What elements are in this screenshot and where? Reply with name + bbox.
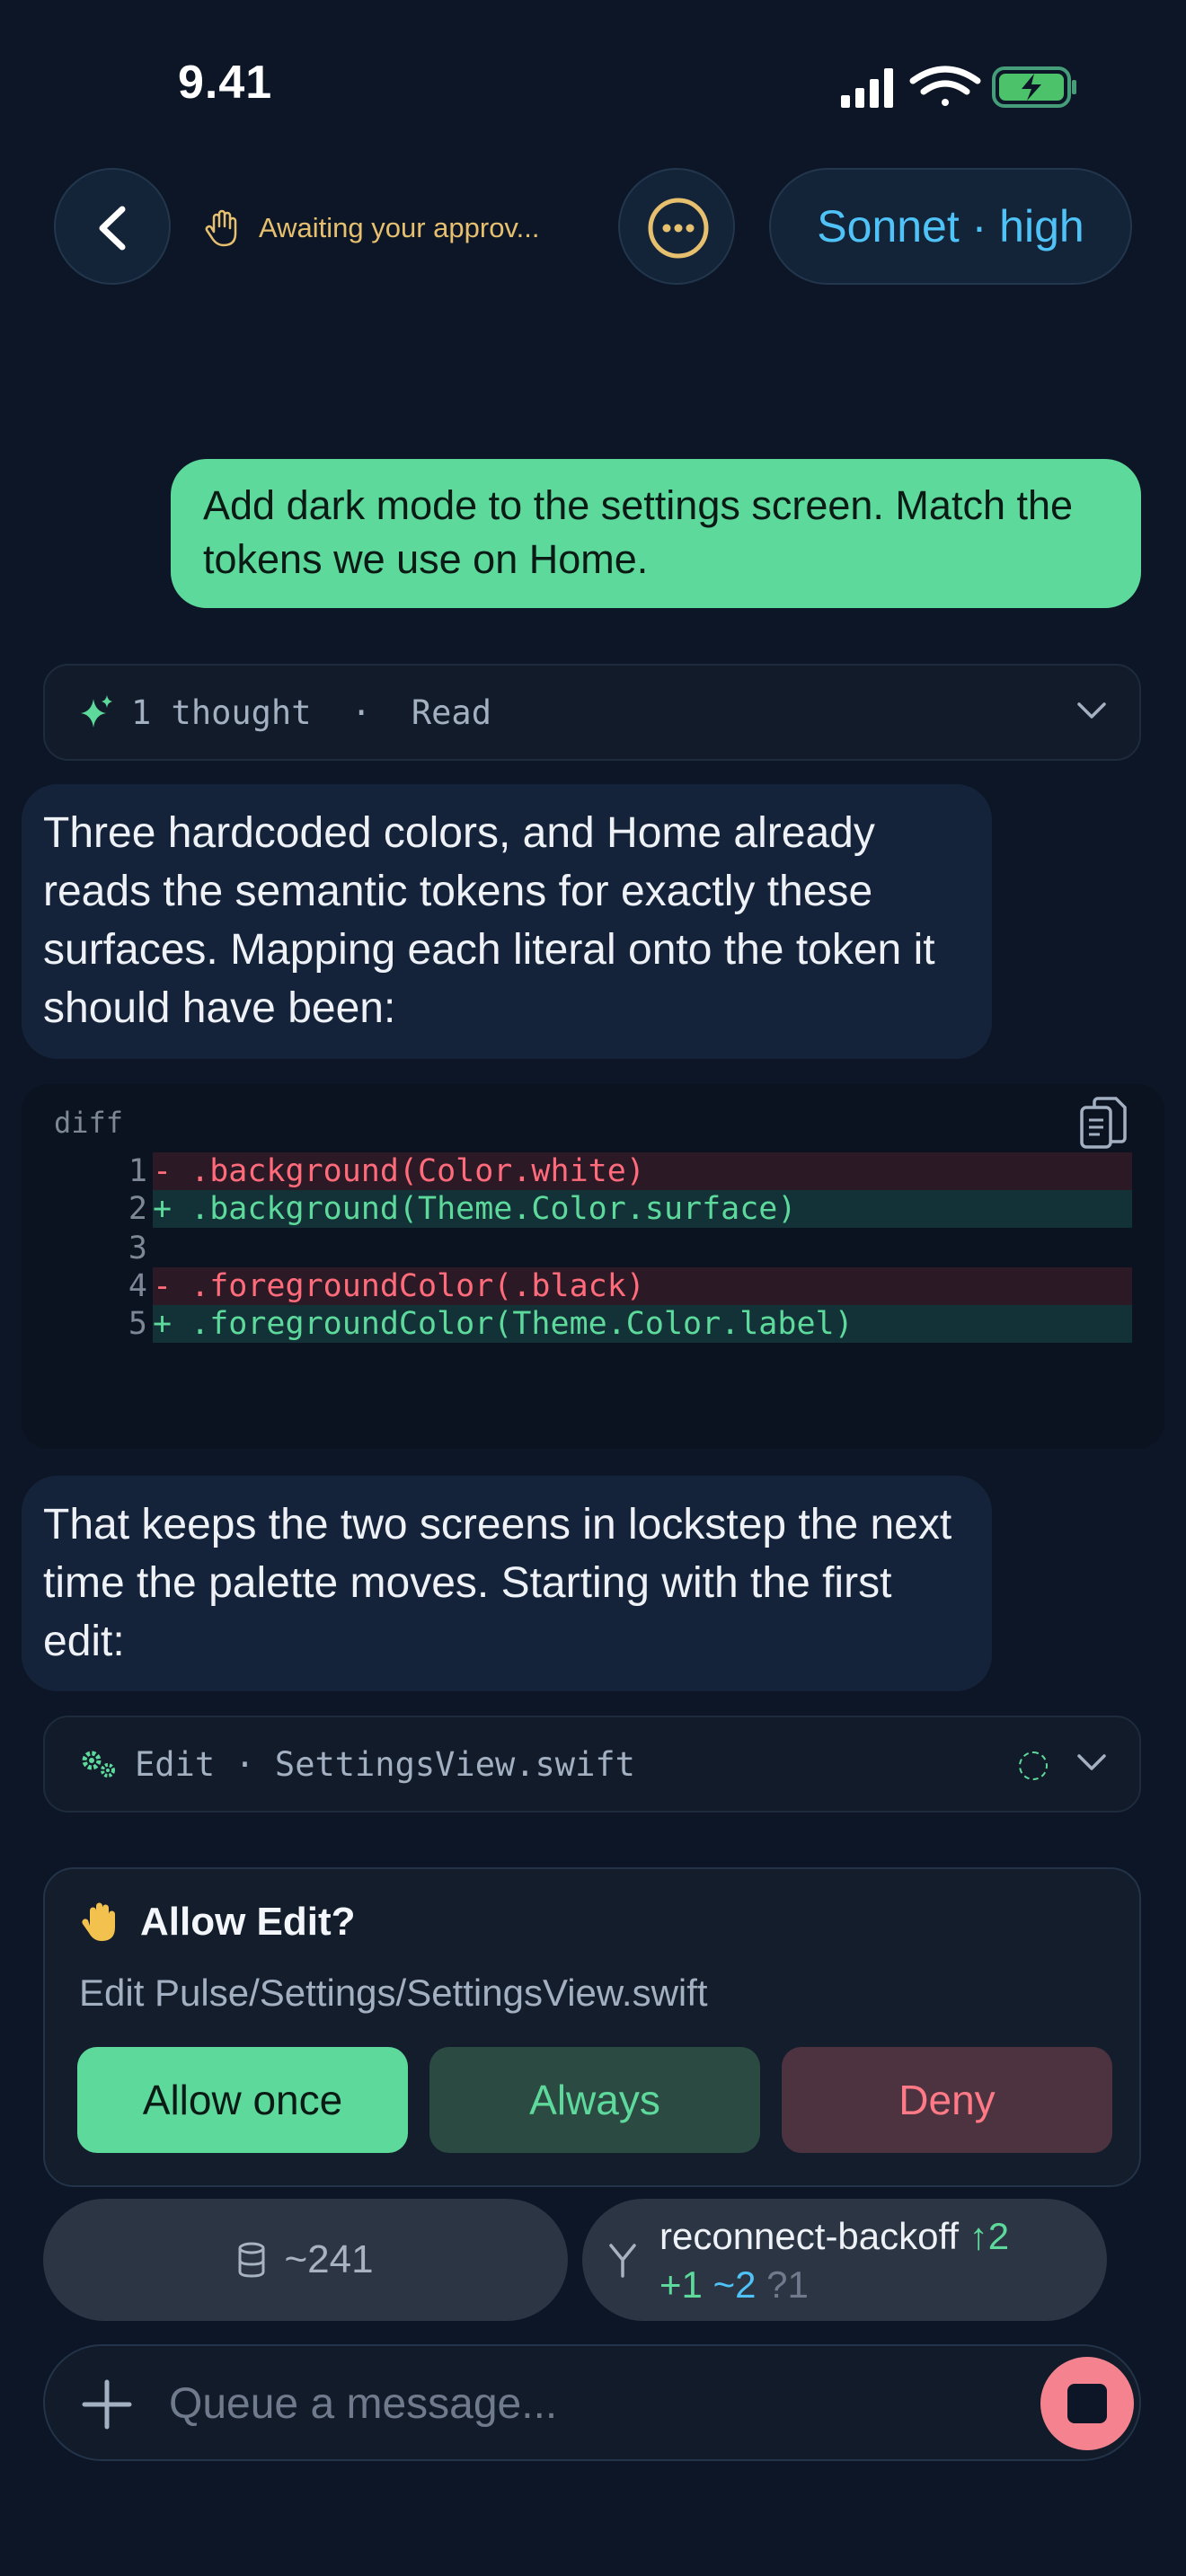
thought-disclosure-row[interactable]: 1 thought · Read <box>43 664 1141 761</box>
added-count: +1 <box>659 2263 703 2306</box>
chevron-left-icon <box>99 206 126 251</box>
deny-button[interactable]: Deny <box>782 2047 1112 2153</box>
raised-hand-icon <box>205 209 237 247</box>
ellipsis-circle-icon <box>648 198 709 259</box>
cellular-signal-icon <box>841 68 893 108</box>
message-composer <box>43 2344 1141 2461</box>
permission-description: Edit Pulse/Settings/SettingsView.swift <box>79 1972 708 2014</box>
database-icon <box>238 2242 265 2278</box>
approval-status-text: Awaiting your approv... <box>259 212 540 243</box>
line-number: 5 <box>128 1306 147 1342</box>
model-selector-button[interactable]: Sonnet · high <box>769 168 1132 285</box>
sparkle-icon <box>81 695 112 728</box>
raised-hand-icon <box>82 1902 115 1941</box>
branch-name: reconnect-backoff <box>659 2215 960 2257</box>
commits-ahead: ↑2 <box>969 2215 1010 2257</box>
git-branch-chip[interactable]: reconnect-backoff ↑2 +1 ~2 ?1 <box>582 2199 1107 2321</box>
modified-count: ~2 <box>712 2263 757 2306</box>
status-icons <box>841 66 1076 108</box>
chevron-down-icon <box>1077 702 1106 719</box>
assistant-message-bubble: That keeps the two screens in lockstep t… <box>22 1476 992 1691</box>
allow-once-button[interactable]: Allow once <box>77 2047 408 2153</box>
code-language-label: diff <box>54 1106 124 1140</box>
progress-spinner-icon <box>1019 1751 1048 1780</box>
assistant-message-bubble: Three hardcoded colors, and Home already… <box>22 784 992 1059</box>
stop-button[interactable] <box>1040 2357 1134 2450</box>
status-time: 9.41 <box>178 57 273 109</box>
code-block: diff 1 - .background(Color.white) 2 + .b… <box>22 1084 1164 1449</box>
untracked-count: ?1 <box>766 2263 809 2306</box>
gears-icon <box>82 1751 115 1778</box>
git-branch-icon <box>609 2244 636 2278</box>
line-number: 1 <box>128 1153 147 1189</box>
plus-icon[interactable] <box>81 2378 133 2430</box>
back-button[interactable] <box>54 168 171 285</box>
always-allow-button[interactable]: Always <box>429 2047 760 2153</box>
wifi-icon <box>909 66 981 106</box>
stop-icon <box>1067 2384 1107 2423</box>
diff-line-removed: - .foregroundColor(.black) <box>153 1267 1132 1305</box>
diff-line-added: + .foregroundColor(Theme.Color.label) <box>153 1305 1132 1343</box>
thought-summary-text: 1 thought · Read <box>131 693 491 732</box>
line-number: 3 <box>128 1231 147 1266</box>
context-usage-chip[interactable]: ~241 <box>43 2199 568 2321</box>
diff-line-context <box>153 1230 1132 1267</box>
edit-tool-label: Edit · SettingsView.swift <box>135 1744 635 1784</box>
approval-status: Awaiting your approv... <box>205 208 539 248</box>
battery-charging-icon <box>992 66 1076 108</box>
line-number: 2 <box>128 1191 147 1227</box>
message-input[interactable] <box>169 2371 1031 2436</box>
copy-icon[interactable] <box>1078 1097 1130 1152</box>
edit-tool-row[interactable]: Edit · SettingsView.swift <box>43 1716 1141 1813</box>
chevron-down-icon <box>1077 1754 1106 1770</box>
user-message-bubble: Add dark mode to the settings screen. Ma… <box>171 459 1141 608</box>
permission-title: Allow Edit? <box>140 1900 356 1944</box>
context-usage-value: ~241 <box>284 2237 374 2281</box>
diff-line-added: + .background(Theme.Color.surface) <box>153 1190 1132 1228</box>
diff-line-removed: - .background(Color.white) <box>153 1152 1132 1190</box>
permission-request-card: Allow Edit? Edit Pulse/Settings/Settings… <box>43 1867 1141 2187</box>
more-options-button[interactable] <box>618 168 735 285</box>
line-number: 4 <box>128 1268 147 1304</box>
